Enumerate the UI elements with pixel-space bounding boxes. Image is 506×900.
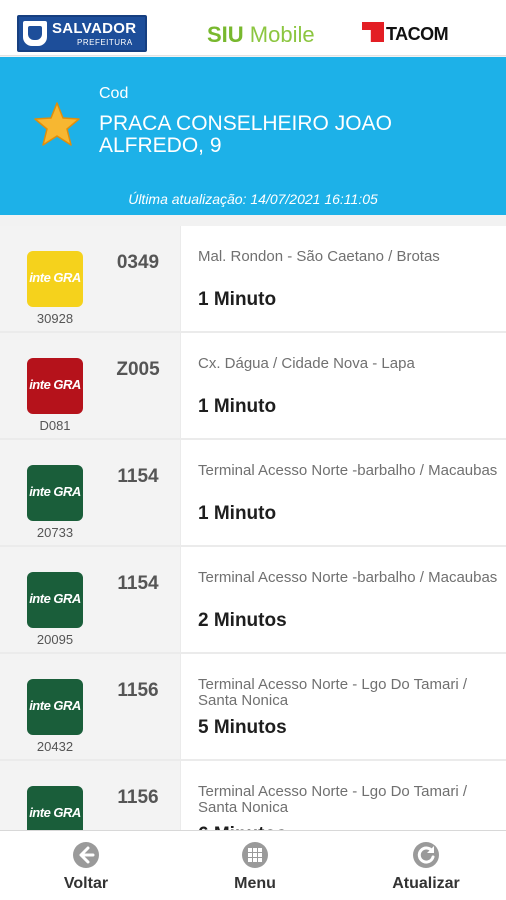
arrival-row[interactable]: inte GRA 20733 1154 Terminal Acesso Norte -… <box>0 440 506 545</box>
arrival-left-panel: inte GRA 20095 1154 <box>0 547 180 652</box>
tacom-mark-icon <box>362 22 384 42</box>
integra-badge-icon: inte GRA <box>27 572 83 628</box>
arrival-right-panel: Terminal Acesso Norte - Lgo Do Tamari / … <box>181 654 506 759</box>
badge-text: inte GRA <box>29 805 81 820</box>
route-name: Terminal Acesso Norte - Lgo Do Tamari / … <box>198 783 467 816</box>
line-number: 0349 <box>116 252 160 273</box>
grid-menu-icon <box>242 842 268 868</box>
line-number: 1156 <box>117 787 159 808</box>
badge-text: inte GRA <box>29 270 81 285</box>
stop-name: PRACA CONSELHEIRO JOAO ALFREDO, 9 <box>99 112 392 157</box>
arrival-left-panel: inte GRA 1156 <box>0 761 180 830</box>
tacom-wordmark: TACOM <box>386 24 449 44</box>
back-label: Voltar <box>63 875 109 892</box>
refresh-icon <box>413 842 439 868</box>
line-number: 1154 <box>117 466 159 487</box>
city-subtitle: PREFEITURA <box>77 38 133 47</box>
badge-text: inte GRA <box>29 591 81 606</box>
arrival-right-panel: Mal. Rondon - São Caetano / Brotas 1 Minu… <box>181 226 506 331</box>
badge-text: inte GRA <box>29 698 81 713</box>
vehicle-number: D081 <box>39 418 71 433</box>
line-number: Z005 <box>116 359 160 380</box>
back-button[interactable]: Voltar <box>26 831 146 900</box>
menu-button[interactable]: Menu <box>195 831 315 900</box>
vehicle-number: 30928 <box>36 311 74 326</box>
stop-code-label: Cod <box>99 85 129 102</box>
integra-badge-icon: inte GRA <box>27 251 83 307</box>
arrival-right-panel: Cx. Dágua / Cidade Nova - Lapa 1 Minuto <box>181 333 506 438</box>
arrival-eta: 2 Minutos <box>198 610 287 631</box>
route-name: Cx. Dágua / Cidade Nova - Lapa <box>198 355 415 372</box>
line-number: 1156 <box>117 680 159 701</box>
integra-badge-icon: inte GRA <box>27 358 83 414</box>
arrival-left-panel: inte GRA D081 Z005 <box>0 333 180 438</box>
arrival-row[interactable]: inte GRA 1156 Terminal Acesso Norte - Lgo … <box>0 761 506 830</box>
arrival-row[interactable]: inte GRA 30928 0349 Mal. Rondon - São Caeta… <box>0 226 506 331</box>
integra-badge-icon: inte GRA <box>27 679 83 735</box>
menu-label: Menu <box>234 875 276 892</box>
badge-text: inte GRA <box>29 484 81 499</box>
route-name: Mal. Rondon - São Caetano / Brotas <box>198 248 440 265</box>
route-name: Terminal Acesso Norte -barbalho / Macaub… <box>198 462 498 479</box>
arrival-right-panel: Terminal Acesso Norte -barbalho / Macaub… <box>181 547 506 652</box>
arrival-left-panel: inte GRA 20432 1156 <box>0 654 180 759</box>
arrivals-list[interactable]: inte GRA 30928 0349 Mal. Rondon - São Caeta… <box>0 226 506 830</box>
arrival-right-panel: Terminal Acesso Norte - Lgo Do Tamari / … <box>181 761 506 830</box>
arrival-row[interactable]: inte GRA 20432 1156 Terminal Acesso Norte -… <box>0 654 506 759</box>
bottom-nav: Voltar Menu Atualizar <box>0 830 506 900</box>
line-number: 1154 <box>117 573 159 594</box>
app-title: SIU Mobile <box>207 22 315 48</box>
back-arrow-icon <box>73 842 99 868</box>
city-name: SALVADOR <box>52 20 137 37</box>
arrival-eta: 1 Minuto <box>198 289 277 310</box>
last-updated: Última atualização: 14/07/2021 16:11:05 <box>128 191 378 207</box>
refresh-button[interactable]: Atualizar <box>366 831 486 900</box>
city-crest-icon <box>23 21 47 46</box>
arrival-right-panel: Terminal Acesso Norte -barbalho / Macaub… <box>181 440 506 545</box>
app-title-bold: SIU <box>207 22 244 47</box>
route-name: Terminal Acesso Norte -barbalho / Macaub… <box>198 569 498 586</box>
vehicle-number: 20733 <box>36 525 74 540</box>
arrival-eta: 5 Minutos <box>198 717 287 738</box>
refresh-label: Atualizar <box>392 875 460 892</box>
favorite-star-icon[interactable] <box>33 101 81 147</box>
arrival-eta: 1 Minuto <box>198 396 277 417</box>
arrival-row[interactable]: inte GRA D081 Z005 Cx. Dágua / Cidade Nova … <box>0 333 506 438</box>
arrival-row[interactable]: inte GRA 20095 1154 Terminal Acesso Norte -… <box>0 547 506 652</box>
salvador-prefeitura-logo: SALVADOR PREFEITURA <box>17 15 147 52</box>
integra-badge-icon: inte GRA <box>27 465 83 521</box>
vehicle-number: 20095 <box>36 632 74 647</box>
brand-bar: SALVADOR PREFEITURA SIU Mobile TACOM <box>0 0 506 56</box>
arrival-left-panel: inte GRA 20733 1154 <box>0 440 180 545</box>
arrival-left-panel: inte GRA 30928 0349 <box>0 226 180 331</box>
app-title-rest: Mobile <box>243 22 315 47</box>
badge-text: inte GRA <box>29 377 81 392</box>
arrival-eta: 1 Minuto <box>198 503 277 524</box>
vehicle-number: 20432 <box>36 739 74 754</box>
integra-badge-icon: inte GRA <box>27 786 83 830</box>
route-name: Terminal Acesso Norte - Lgo Do Tamari / … <box>198 676 467 709</box>
